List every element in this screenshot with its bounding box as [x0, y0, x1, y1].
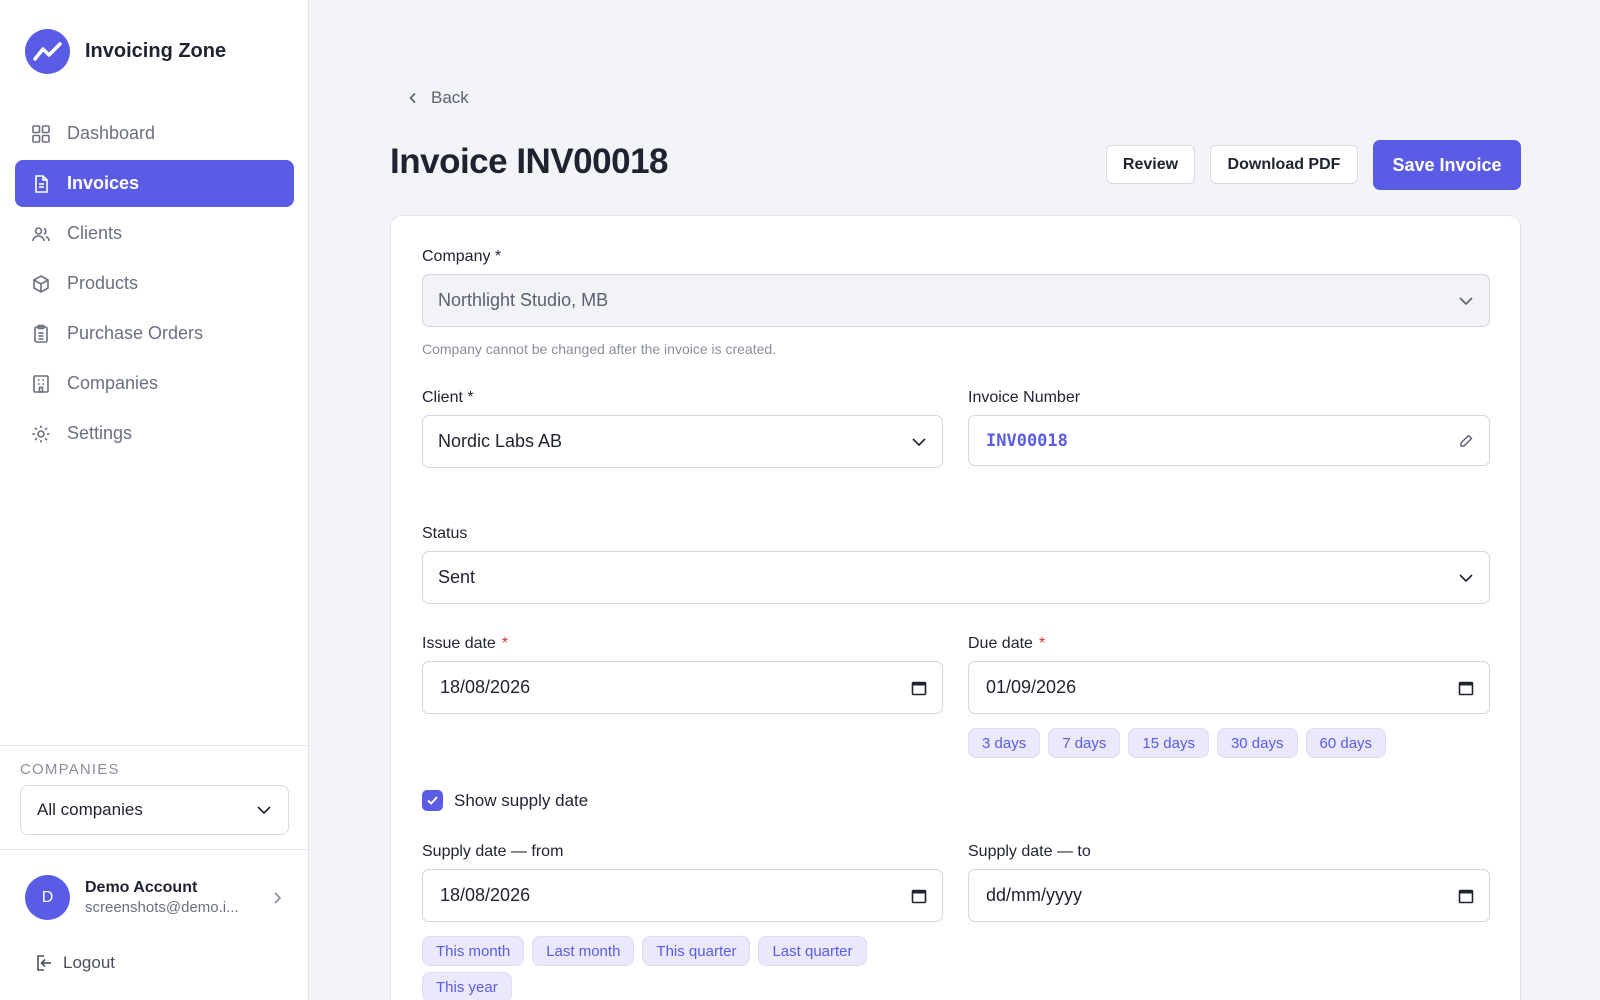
due-preset-chip[interactable]: 60 days	[1305, 728, 1387, 758]
sidebar: Invoicing Zone Dashboard Invoices Client…	[0, 0, 309, 1000]
calendar-icon[interactable]	[911, 680, 927, 696]
companies-title: COMPANIES	[20, 761, 120, 778]
companies-select-value: All companies	[37, 800, 143, 819]
company-select-value: Northlight Studio, MB	[438, 290, 609, 310]
client-select[interactable]: Nordic Labs AB	[422, 415, 943, 468]
brand[interactable]: Invoicing Zone	[25, 29, 226, 74]
sidebar-item-clients[interactable]: Clients	[15, 210, 294, 257]
sidebar-item-companies[interactable]: Companies	[15, 360, 294, 407]
grid-icon	[32, 124, 50, 143]
companies-filter: COMPANIES All companies	[0, 745, 309, 850]
sidebar-item-label: Dashboard	[67, 123, 156, 143]
invoice-number-value: INV00018	[986, 430, 1068, 451]
building-icon	[33, 374, 49, 393]
review-button[interactable]: Review	[1106, 145, 1195, 184]
back-label: Back	[431, 88, 469, 107]
sidebar-item-label: Products	[67, 273, 139, 293]
avatar: D	[25, 875, 70, 920]
issue-date-value: 18/08/2026	[440, 677, 531, 697]
sidebar-item-purchase-orders[interactable]: Purchase Orders	[15, 310, 294, 357]
required-mark: *	[1038, 635, 1046, 652]
status-select-value: Sent	[438, 567, 476, 587]
sidebar-item-label: Purchase Orders	[67, 323, 204, 343]
due-date-label: Due date *	[968, 635, 1045, 653]
sidebar-item-dashboard[interactable]: Dashboard	[15, 110, 294, 157]
supply-to-input[interactable]: dd/mm/yyyy	[968, 869, 1490, 922]
chevron-down-icon	[257, 806, 271, 815]
document-icon	[35, 174, 48, 193]
supply-from-input[interactable]: 18/08/2026	[422, 869, 943, 922]
show-supply-date-label: Show supply date	[454, 790, 589, 810]
sidebar-item-label: Invoices	[67, 173, 140, 193]
due-date-value: 01/09/2026	[986, 677, 1077, 697]
company-label: Company *	[422, 248, 502, 265]
chevron-right-icon	[274, 891, 282, 904]
due-preset-chip[interactable]: 15 days	[1128, 728, 1209, 758]
supply-to-label: Supply date — to	[968, 843, 1091, 860]
due-date-input[interactable]: 01/09/2026	[968, 661, 1490, 714]
supply-date-presets: This month Last month This quarter Last …	[422, 936, 942, 1000]
status-select[interactable]: Sent	[422, 551, 1490, 604]
issue-date-label-text: Issue date	[422, 635, 496, 652]
chevron-left-icon	[409, 92, 416, 104]
client-select-value: Nordic Labs AB	[438, 431, 563, 451]
chevron-down-icon	[1459, 296, 1473, 305]
back-link[interactable]: Back	[407, 88, 469, 108]
show-supply-date-checkbox[interactable]	[422, 790, 443, 811]
save-invoice-button[interactable]: Save Invoice	[1373, 140, 1521, 190]
supply-from-value: 18/08/2026	[440, 885, 531, 905]
user-name: Demo Account	[85, 879, 198, 896]
page-title: Invoice INV00018	[390, 142, 669, 181]
brand-name: Invoicing Zone	[85, 40, 227, 62]
due-preset-chip[interactable]: 7 days	[1048, 728, 1121, 758]
clipboard-icon	[34, 324, 48, 343]
check-icon	[427, 796, 438, 805]
issue-date-label: Issue date *	[422, 635, 508, 653]
due-date-presets: 3 days 7 days 15 days 30 days 60 days	[968, 728, 1387, 758]
sidebar-item-label: Companies	[67, 373, 159, 393]
supply-preset-chip[interactable]: This month	[422, 936, 525, 966]
sidebar-item-label: Clients	[67, 223, 123, 243]
download-pdf-button[interactable]: Download PDF	[1210, 145, 1358, 184]
chevron-down-icon	[1459, 573, 1473, 582]
supply-from-label: Supply date — from	[422, 843, 564, 860]
chevron-down-icon	[912, 437, 926, 446]
due-preset-chip[interactable]: 3 days	[968, 728, 1041, 758]
box-icon	[33, 274, 49, 293]
invoice-number-label: Invoice Number	[968, 389, 1081, 406]
supply-preset-chip[interactable]: This year	[422, 972, 512, 1000]
pencil-icon[interactable]	[1458, 433, 1474, 449]
issue-date-input[interactable]: 18/08/2026	[422, 661, 943, 714]
gear-icon	[32, 425, 50, 442]
due-date-label-text: Due date	[968, 635, 1033, 652]
invoice-number-field[interactable]: INV00018	[968, 415, 1490, 466]
sidebar-item-settings[interactable]: Settings	[15, 410, 294, 457]
brand-logo-icon	[25, 29, 70, 74]
supply-preset-chip[interactable]: Last quarter	[758, 936, 867, 966]
client-label: Client *	[422, 389, 474, 406]
company-hint: Company cannot be changed after the invo…	[422, 341, 777, 357]
required-mark: *	[501, 635, 509, 652]
supply-to-placeholder: dd/mm/yyyy	[986, 885, 1083, 905]
calendar-icon[interactable]	[1458, 680, 1474, 696]
calendar-icon[interactable]	[911, 888, 927, 904]
calendar-icon[interactable]	[1458, 888, 1474, 904]
sidebar-item-products[interactable]: Products	[15, 260, 294, 307]
companies-select[interactable]: All companies	[20, 785, 289, 835]
supply-preset-chip[interactable]: This quarter	[642, 936, 751, 966]
company-select: Northlight Studio, MB	[422, 274, 1490, 327]
supply-preset-chip[interactable]: Last month	[532, 936, 635, 966]
users-icon	[32, 226, 50, 241]
sidebar-nav: Dashboard Invoices Clients Products Purc…	[15, 110, 294, 460]
sidebar-item-label: Settings	[67, 423, 133, 443]
user-email: screenshots@demo.i...	[85, 899, 239, 916]
due-preset-chip[interactable]: 30 days	[1216, 728, 1298, 758]
user-block[interactable]: D Demo Account screenshots@demo.i...	[0, 849, 309, 920]
logout-label: Logout	[63, 953, 115, 972]
logout-button[interactable]: Logout	[35, 953, 115, 973]
sidebar-item-invoices[interactable]: Invoices	[15, 160, 294, 207]
status-label: Status	[422, 525, 468, 542]
show-supply-date-row: Show supply date	[422, 790, 588, 811]
logout-icon	[37, 955, 51, 971]
